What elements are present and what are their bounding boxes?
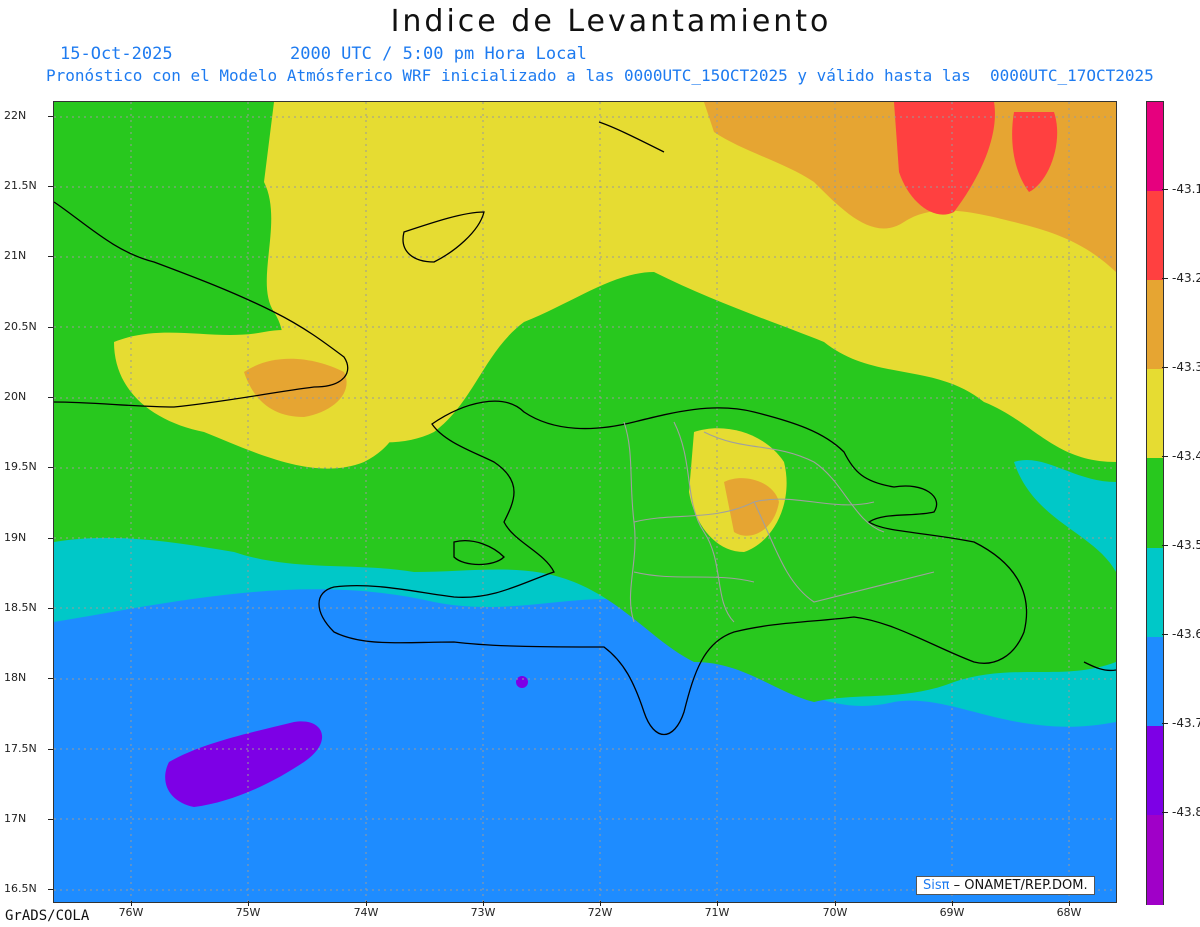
colorbar-tick [1162, 812, 1168, 813]
colorbar-tick [1162, 545, 1168, 546]
lat-label: 20N [4, 390, 27, 403]
lon-tick [1069, 901, 1070, 906]
lon-label: 70W [822, 906, 848, 919]
credit-brand: Sisπ [923, 878, 950, 893]
lat-tick [48, 889, 53, 890]
lat-label: 19N [4, 531, 27, 544]
colorbar-label: -43.4 [1172, 449, 1200, 463]
lat-tick [48, 116, 53, 117]
lat-label: 22N [4, 109, 27, 122]
lon-label: 68W [1056, 906, 1082, 919]
map-canvas [54, 102, 1116, 902]
colorbar-segment [1147, 102, 1163, 192]
lat-tick [48, 608, 53, 609]
lon-label: 76W [118, 906, 144, 919]
lon-label: 75W [235, 906, 261, 919]
lat-label: 21.5N [4, 179, 37, 192]
colorbar-segment [1147, 280, 1163, 371]
colorbar-segment [1147, 636, 1163, 727]
map-title: Indice de Levantamiento [390, 4, 832, 39]
lon-tick [952, 901, 953, 906]
lat-tick [48, 678, 53, 679]
colorbar-label: -43.3 [1172, 360, 1200, 374]
lat-tick [48, 256, 53, 257]
colorbar-tick [1162, 189, 1168, 190]
colorbar-tick [1162, 278, 1168, 279]
colorbar-label: -43.1 [1172, 182, 1200, 196]
lat-label: 17.5N [4, 742, 37, 755]
lat-label: 19.5N [4, 460, 37, 473]
lon-tick [600, 901, 601, 906]
lat-label: 20.5N [4, 320, 37, 333]
lon-tick [248, 901, 249, 906]
lat-label: 18.5N [4, 601, 37, 614]
lat-label: 18N [4, 671, 27, 684]
colorbar-segment [1147, 191, 1163, 282]
colorbar-tick [1162, 456, 1168, 457]
lon-tick [483, 901, 484, 906]
colorbar [1146, 101, 1164, 905]
colorbar-label: -43.6 [1172, 627, 1200, 641]
colorbar-label: -43.8 [1172, 805, 1200, 819]
lat-label: 16.5N [4, 882, 37, 895]
colorbar-segment [1147, 369, 1163, 460]
colorbar-segment [1147, 547, 1163, 638]
lon-label: 72W [587, 906, 613, 919]
credit-box: Sisπ – ONAMET/REP.DOM. [916, 876, 1095, 895]
lon-tick [717, 901, 718, 906]
colorbar-label: -43.7 [1172, 716, 1200, 730]
field-purple-dot [516, 676, 528, 688]
lon-tick [131, 901, 132, 906]
lon-label: 69W [939, 906, 965, 919]
lat-label: 17N [4, 812, 27, 825]
lat-tick [48, 538, 53, 539]
colorbar-segment [1147, 725, 1163, 816]
credit-text: – ONAMET/REP.DOM. [949, 878, 1088, 893]
software-label: GrADS/COLA [5, 908, 90, 924]
lat-tick [48, 186, 53, 187]
model-description: Pronóstico con el Modelo Atmósferico WRF… [46, 66, 1154, 85]
colorbar-label: -43.2 [1172, 271, 1200, 285]
lon-label: 73W [470, 906, 496, 919]
lat-tick [48, 397, 53, 398]
forecast-date: 15-Oct-2025 [60, 44, 173, 64]
colorbar-segment [1147, 458, 1163, 549]
lifted-index-map [53, 101, 1117, 903]
lat-tick [48, 467, 53, 468]
colorbar-segment [1147, 814, 1163, 905]
colorbar-tick [1162, 723, 1168, 724]
colorbar-label: -43.5 [1172, 538, 1200, 552]
lon-label: 74W [353, 906, 379, 919]
lat-label: 21N [4, 249, 27, 262]
lat-tick [48, 327, 53, 328]
colorbar-tick [1162, 367, 1168, 368]
forecast-time: 2000 UTC / 5:00 pm Hora Local [290, 44, 587, 64]
lat-tick [48, 749, 53, 750]
lon-tick [835, 901, 836, 906]
lon-label: 71W [704, 906, 730, 919]
lon-tick [366, 901, 367, 906]
lat-tick [48, 819, 53, 820]
colorbar-tick [1162, 634, 1168, 635]
